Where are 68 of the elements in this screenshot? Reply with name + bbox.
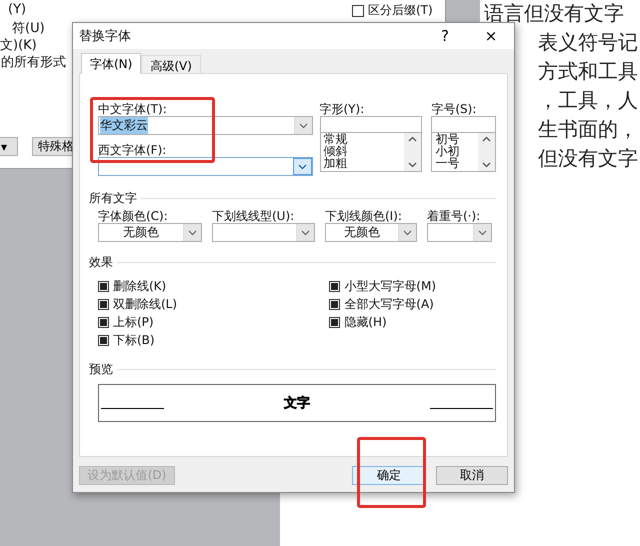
tab[interactable]: 字体(N) [81,53,142,74]
checkbox[interactable] [98,280,109,292]
document-text: 语言但没有文字 [484,0,624,27]
field-label: 下划线线型(U): [212,209,296,223]
scroll-down-icon[interactable] [482,162,491,168]
list-item[interactable]: 倾斜 [324,145,404,157]
list-item[interactable]: 加粗 [324,157,404,169]
document-text: 表义符号记 [538,29,638,56]
annotation-box [357,437,426,508]
list-item[interactable]: 小初 [435,145,478,157]
field-label: 中文字体(T): [98,102,168,116]
field-label: 字形(Y): [320,102,366,116]
checkbox-label: 上标(P) [113,314,154,330]
font-style-field[interactable] [320,116,422,133]
checkbox[interactable] [98,334,109,346]
section-heading: 预览 [89,361,113,378]
ok-button[interactable]: 确定 [352,466,426,485]
scroll-up-icon[interactable] [482,136,491,142]
document-text: 但没有文字 [538,145,638,172]
font-style-list[interactable]: 常规 倾斜 加粗 [320,133,422,172]
field-label: 字号(S): [431,102,478,116]
list-item[interactable]: 一号 [435,157,478,169]
dropdown[interactable]: 无颜色 [98,223,202,242]
help-button[interactable]: ? [422,27,468,45]
checkbox[interactable] [329,316,340,328]
font-name-text: 华文彩云 [100,117,148,134]
section-heading: 所有文字 [89,190,137,207]
checkbox-label: 区分后缀(T) [368,2,433,19]
option-label: (Y) [8,2,26,17]
option-label: 文)(K) [0,37,37,54]
scroll-down-icon[interactable] [408,162,418,168]
checkbox[interactable] [352,4,364,16]
dropdown-value: 无颜色 [344,224,380,241]
list-item[interactable]: 初号 [435,133,478,145]
preview-text: 文字 [283,394,311,412]
checkbox-label: 全部大写字母(A) [344,296,434,312]
close-button[interactable]: × [468,27,514,45]
scroll-up-icon[interactable] [408,136,418,142]
document-text: 生书面的， [538,116,638,143]
section-heading: 效果 [89,254,113,271]
tab[interactable]: 高级(V) [141,55,201,73]
field-label: 着重号(·): [427,209,482,223]
checkbox-label: 双删除线(L) [113,296,178,312]
field-label: 字体颜色(C): [98,209,169,223]
format-dropdown-button[interactable]: ▾ [0,137,18,156]
checkbox-label: 小型大写字母(M) [344,278,436,294]
font-size-list[interactable]: 初号 小初 一号 [431,133,496,172]
dialog-title: 替换字体 [79,28,132,45]
list-item[interactable]: 常规 [324,133,404,145]
checkbox[interactable] [98,316,109,328]
western-font-combo[interactable] [98,157,312,176]
checkbox-label: 隐藏(H) [344,314,387,330]
checkbox[interactable] [329,298,340,310]
option-label: 符(U) [12,20,45,37]
document-text: 方式和工具 [538,58,638,85]
option-label: 的所有形式 [1,54,66,71]
field-label: 西文字体(F): [98,143,168,157]
field-label: 下划线颜色(I): [325,209,403,223]
checkbox[interactable] [98,298,109,310]
chinese-font-combo[interactable]: 华文彩云 [98,116,312,135]
document-text: ，工具，人 [538,87,638,114]
checkbox-label: 删除线(K) [113,278,166,294]
font-size-field[interactable] [431,116,496,133]
dropdown[interactable]: 无颜色 [325,223,417,242]
checkbox-label: 下标(B) [113,332,155,348]
cancel-button[interactable]: 取消 [436,466,508,485]
dropdown-value: 无颜色 [123,224,159,241]
checkbox[interactable] [329,280,340,292]
